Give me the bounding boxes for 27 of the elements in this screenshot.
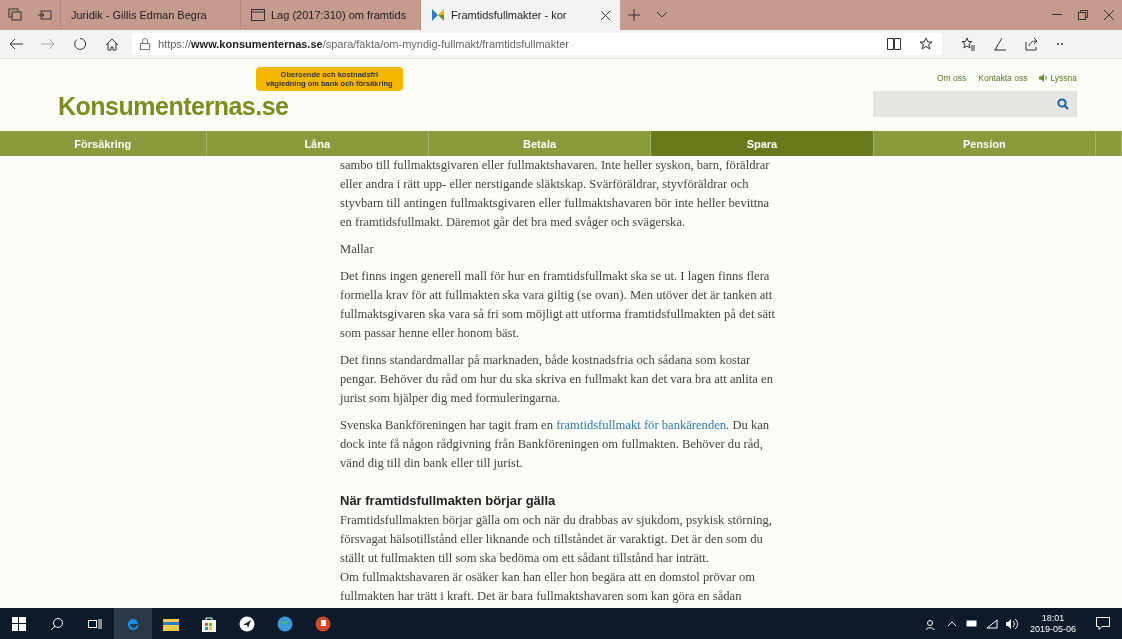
taskbar-clock[interactable]: 18:01 2019-05-06 <box>1021 612 1084 635</box>
body-paragraph: Svenska Bankföreningen har tagit fram en framtidsfullmakt för bankärenden. Du kan dock inte få någon rådgivning från Bankföreningen om fullmakten. Behöver du råd, vänd dig till din bank eller till jurist. <box>340 417 771 472</box>
nav-tab[interactable]: Spara <box>651 131 874 156</box>
body-paragraph: Mallar <box>340 241 375 258</box>
body-paragraph: Om fullmaktshavaren är osäker kan han eller hon begära att en domstol prövar om fullmakten har trätt i kraft. Det är bara fullmaktshavaren som kan göra en sådan <box>340 569 757 605</box>
section-heading: När framtidsfullmakten börjar gälla <box>340 492 557 510</box>
url-text: https://www.konsumenternas.se/spara/fakta/om-myndig-fullmakt/framtidsfullmakter <box>158 38 570 50</box>
window-icon <box>251 9 265 21</box>
clock-time: 18:01 <box>1041 612 1065 624</box>
listen-link[interactable]: Lyssna <box>1039 73 1077 83</box>
browser-e-icon[interactable] <box>114 608 152 639</box>
search-field[interactable] <box>873 91 1077 117</box>
clock-date: 2019-05-06 <box>1029 623 1076 635</box>
body-paragraph: Framtidsfullmakten börjar gälla om och när du drabbas av sjukdom, psykisk störning, försvagat hälsotillstånd eller liknande och tillståndet är varaktigt. Det är den som du ställt ut fullmakten till som ska bedöma om ett sådant tillstånd har inträtt. <box>340 512 773 567</box>
lock-icon <box>140 38 150 50</box>
top-link[interactable]: Om oss <box>936 73 967 83</box>
speaker-icon <box>1039 74 1049 82</box>
site-logo[interactable]: Konsumenternas.se <box>58 92 289 121</box>
body-paragraph: sambo till fullmaktsgivaren eller fullmaktshavaren. Inte heller syskon, barn, föräldrar eller andra i rätt upp- eller nerstigande släktskap. Svärföräldrar, styvföräldrar och styvbarn till antingen fullmaktsgivaren eller fullmaktshavaren bör inte heller bevittna en framtidsfullmakt. Däremot går det bra med svåger och svägerska. <box>340 157 771 231</box>
top-link[interactable]: Kontakta oss <box>978 73 1028 83</box>
body-paragraph: Det finns standardmallar på marknaden, både kostnadsfria och sådana som kostar pengar. Behöver du råd om hur du ska skriva en fullmakt kan det vara bra att anlita en jurist som hjälper dig med formuleringarna. <box>340 352 774 407</box>
address-bar[interactable]: https://www.konsumenternas.se/spara/fakta/om-myndig-fullmakt/framtidsfullmakter <box>132 33 942 55</box>
browser-tab[interactable]: Framtidsfullmakter - kor <box>420 0 620 30</box>
site-favicon-icon <box>431 8 445 22</box>
close-tab-icon[interactable] <box>601 10 610 20</box>
body-paragraph: Det finns ingen generell mall för hur en framtidsfullmakt ska se ut. I lagen finns flera formella krav för att fullmakten ska vara giltig (se ovan). Men utöver det är tanken att fullmaktsgivaren ska vara så fri som möjligt att utforma framtidsfullmakten på det sätt som passar henne eller honom bäst. <box>340 268 777 342</box>
search-icon[interactable] <box>1057 98 1069 110</box>
